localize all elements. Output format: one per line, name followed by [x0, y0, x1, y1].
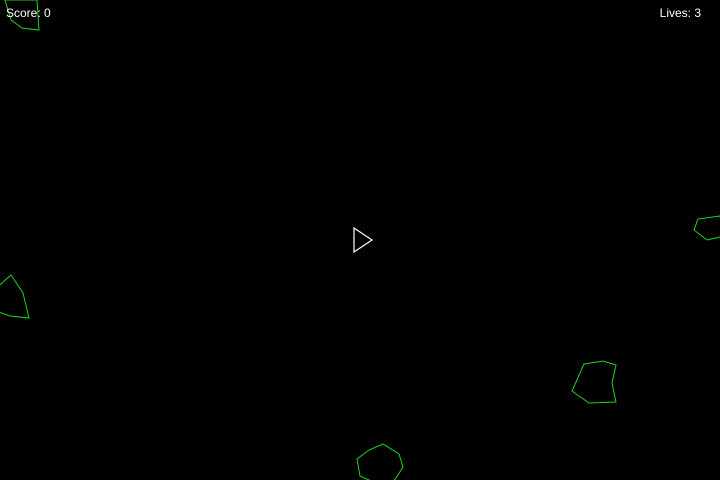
score-label: Score: 0 [6, 6, 51, 20]
asteroid [693, 215, 720, 241]
asteroid [356, 443, 404, 480]
player-ship-icon [353, 226, 374, 254]
playfield [0, 0, 720, 480]
asteroid [571, 360, 617, 404]
lives-label: Lives: 3 [659, 6, 701, 20]
asteroid [0, 274, 30, 319]
game-canvas[interactable]: Score: 0 Lives: 3 [0, 0, 720, 480]
